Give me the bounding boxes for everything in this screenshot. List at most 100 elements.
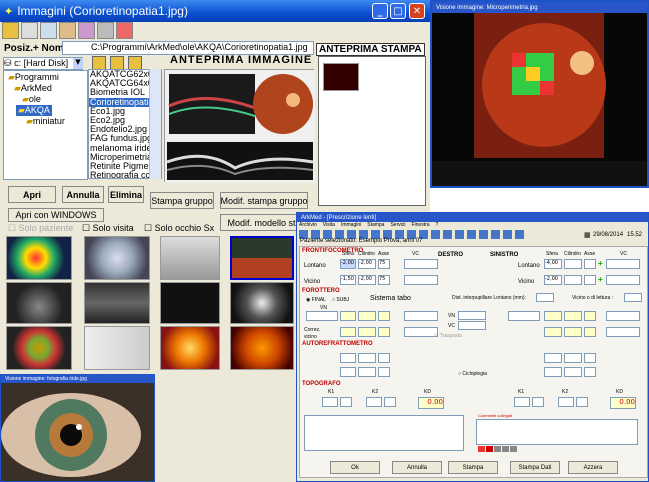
thumbnail-selected[interactable] xyxy=(230,236,294,280)
form-annulla-button[interactable]: Annulla xyxy=(392,461,442,474)
auto-dx-sfera2[interactable] xyxy=(340,367,356,377)
k2-sx-asse[interactable] xyxy=(576,397,588,407)
dx-vicino-cilindro[interactable]: -2,00 xyxy=(358,275,376,285)
dx-vicino-asse[interactable]: 75 xyxy=(378,275,390,285)
forottero-sx-correz3[interactable] xyxy=(584,327,596,337)
calendar-icon[interactable]: ▦ xyxy=(584,231,591,239)
forottero-dx-correz-vc[interactable] xyxy=(404,327,438,337)
dx-lontano-vc[interactable] xyxy=(404,259,438,269)
dx-lontano-sfera[interactable]: -2,00 xyxy=(340,259,356,269)
settings-icon[interactable] xyxy=(78,22,95,39)
auto-dx-cil[interactable] xyxy=(358,353,376,363)
modif-modello-button[interactable]: Modif. modello sta xyxy=(220,214,308,231)
vn-mid-field[interactable] xyxy=(458,311,486,320)
auto-sx-cil2[interactable] xyxy=(564,367,582,377)
k1-field[interactable] xyxy=(322,397,338,407)
dx-lontano-cilindro[interactable]: -2,00 xyxy=(358,259,376,269)
trasposta-check[interactable]: ☑ Trasposta xyxy=(434,333,462,339)
folder-new-icon[interactable] xyxy=(110,56,124,70)
comment-icon[interactable] xyxy=(494,446,501,452)
toolbar-icon[interactable] xyxy=(479,230,488,239)
thumbnail[interactable] xyxy=(84,236,150,280)
thumbnail[interactable] xyxy=(230,282,294,324)
drive-select[interactable]: ⛁ c: [Hard Disk] xyxy=(3,57,83,70)
menu-item[interactable]: Immagini xyxy=(341,222,361,230)
folder-tree[interactable]: ▰Programmi ▰ArkMed ▰ole ▰AKQA ▰miniatur xyxy=(3,70,88,180)
annulla-button[interactable]: Annulla xyxy=(62,186,104,203)
comment-icon[interactable] xyxy=(510,446,517,452)
checkbox-solo-occhio[interactable]: ☐ Solo occhio Sx xyxy=(144,223,214,234)
auto-dx-sfera[interactable] xyxy=(340,353,356,363)
thumbnail[interactable] xyxy=(160,326,220,370)
radio-subj[interactable]: ○ SUBJ xyxy=(332,297,349,303)
sx-lontano-cilindro[interactable] xyxy=(564,259,582,269)
modif-stampa-button[interactable]: Modif. stampa gruppo xyxy=(220,192,308,209)
checkbox-solo-visita[interactable]: ☐ Solo visita xyxy=(82,223,134,234)
auto-sx-sfera[interactable] xyxy=(544,353,562,363)
tree-item[interactable]: ▰ole xyxy=(22,94,41,105)
cut-icon[interactable] xyxy=(21,22,38,39)
folder-refresh-icon[interactable] xyxy=(128,56,142,70)
toolbar-icon[interactable] xyxy=(491,230,500,239)
apri-windows-button[interactable]: Apri con WINDOWS xyxy=(8,208,104,222)
checkbox-solo-paziente[interactable]: ☐ Solo paziente xyxy=(8,223,73,234)
menu-item[interactable]: ? xyxy=(436,222,439,230)
auto-sx-asse2[interactable] xyxy=(584,367,596,377)
auto-sx-sfera2[interactable] xyxy=(544,367,562,377)
auto-sx-cil[interactable] xyxy=(564,353,582,363)
thumbnail[interactable] xyxy=(84,282,150,324)
forottero-dx-asse[interactable] xyxy=(378,311,390,321)
cicloplegia-radio[interactable]: ○ Cicloplegia xyxy=(458,371,487,377)
forottero-dx-cil[interactable] xyxy=(358,311,376,321)
stampa-dati-button[interactable]: Stampa Dati xyxy=(510,461,560,474)
vicino-lettura-field[interactable] xyxy=(624,293,642,302)
azzera-button[interactable]: Azzera xyxy=(568,461,618,474)
forottero-dx-correz[interactable] xyxy=(340,327,356,337)
forottero-sx-correz-vc[interactable] xyxy=(606,327,640,337)
menu-item[interactable]: Finestra xyxy=(411,222,429,230)
thumbnail[interactable] xyxy=(6,282,72,324)
dx-vicino-sfera[interactable]: -1,50 xyxy=(340,275,356,285)
copy-icon[interactable] xyxy=(40,22,57,39)
minimize-button[interactable]: _ xyxy=(372,3,388,19)
auto-dx-cil2[interactable] xyxy=(358,367,376,377)
forottero-sx-vc[interactable] xyxy=(606,311,640,321)
apri-button[interactable]: Apri xyxy=(8,186,56,203)
commenti-area[interactable] xyxy=(476,419,638,445)
forottero-dx-row1[interactable] xyxy=(306,311,338,321)
thumbnail[interactable] xyxy=(160,282,220,324)
vc-mid-field[interactable] xyxy=(458,321,486,330)
comment-icon[interactable] xyxy=(486,446,493,452)
forottero-sx-sfera[interactable] xyxy=(544,311,562,321)
sx-vicino-cilindro[interactable] xyxy=(564,275,582,285)
chevron-down-icon[interactable]: ▼ xyxy=(73,58,83,69)
radio-final[interactable]: ◉ FINAL xyxy=(306,297,326,303)
toolbar-icon[interactable] xyxy=(467,230,476,239)
forottero-dx-correz3[interactable] xyxy=(378,327,390,337)
paste-icon[interactable] xyxy=(59,22,76,39)
sx-vicino-vc[interactable] xyxy=(606,275,640,285)
print-icon[interactable] xyxy=(97,22,114,39)
comment-icon[interactable] xyxy=(478,446,485,452)
elimina-button[interactable]: Elimina xyxy=(108,186,144,203)
auto-dx-asse[interactable] xyxy=(378,353,390,363)
thumbnail[interactable] xyxy=(6,326,72,370)
forottero-dx-vc[interactable] xyxy=(404,311,438,321)
tree-item[interactable]: ▰miniatur xyxy=(26,116,65,127)
k2-field[interactable] xyxy=(366,397,382,407)
sx-lontano-sfera[interactable]: -4,00 xyxy=(544,259,562,269)
path-field[interactable]: C:\Programmi\ArkMed\ole\AKQA\Corioretino… xyxy=(62,41,314,55)
kd-sx-field[interactable]: 0.00 xyxy=(610,397,636,409)
toolbar-icon[interactable] xyxy=(503,230,512,239)
plus-icon[interactable]: + xyxy=(598,275,603,284)
k1-sx-field[interactable] xyxy=(514,397,530,407)
exit-icon[interactable] xyxy=(116,22,133,39)
menu-item[interactable]: Servizi xyxy=(390,222,405,230)
k1-asse-field[interactable] xyxy=(340,397,352,407)
stampa-gruppo-button[interactable]: Stampa gruppo xyxy=(150,192,214,209)
maximize-button[interactable]: □ xyxy=(390,3,406,19)
kd-dx-field[interactable]: 0.00 xyxy=(418,397,444,409)
scrollbar[interactable] xyxy=(149,69,161,179)
dx-lontano-asse[interactable]: 75 xyxy=(378,259,390,269)
forottero-sx-cil[interactable] xyxy=(564,311,582,321)
